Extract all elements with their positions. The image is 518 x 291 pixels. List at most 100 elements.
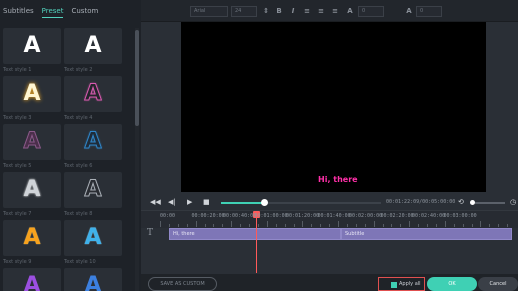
subtitle-clip[interactable]: Subtitle — [341, 228, 512, 240]
loop-icon[interactable]: ⟲ — [458, 198, 464, 206]
tab-custom[interactable]: Custom — [71, 5, 98, 17]
line-field[interactable]: 0 — [416, 6, 442, 17]
apply-all-label[interactable]: Apply all — [399, 281, 421, 287]
text-style-preview: A — [84, 81, 102, 106]
ruler-tick — [257, 224, 259, 227]
spacing-field[interactable]: 0 — [358, 6, 384, 17]
ruler-tick — [382, 224, 384, 227]
text-style-preview: A — [84, 225, 102, 250]
ruler-tick — [489, 224, 491, 227]
ruler-tick — [240, 224, 242, 227]
progress-fill — [221, 202, 265, 204]
text-style-preview: A — [23, 129, 41, 154]
text-style-preview: A — [23, 81, 41, 106]
font-select[interactable]: Arial — [190, 6, 228, 17]
text-style-card[interactable]: A — [3, 76, 61, 112]
ruler-tick — [249, 224, 250, 227]
volume-knob[interactable] — [470, 200, 475, 205]
ruler-tick — [400, 224, 402, 227]
ruler-tick — [418, 224, 420, 227]
align-left-icon[interactable]: ≡ — [303, 6, 311, 16]
text-style-preview: A — [23, 33, 41, 58]
text-style-label: Text style 2 — [64, 67, 93, 73]
text-style-preview: A — [84, 33, 102, 58]
save-as-custom-button[interactable]: SAVE AS CUSTOM — [148, 277, 217, 291]
text-style-card[interactable]: A — [3, 124, 61, 160]
text-style-card[interactable]: A — [64, 268, 122, 291]
step-back-icon[interactable]: ◀| — [168, 198, 176, 206]
text-style-card[interactable]: A — [3, 268, 61, 291]
text-style-preview: A — [23, 225, 41, 250]
text-style-card[interactable]: A — [64, 172, 122, 208]
ruler-tick — [498, 224, 500, 227]
ruler-label: 00:03:00:00 — [443, 213, 477, 219]
ruler-tick — [311, 224, 313, 227]
settings-icon[interactable]: ◷ — [510, 198, 516, 206]
ruler-tick — [507, 224, 509, 227]
ruler-tick — [338, 221, 339, 227]
text-style-label: Text style 5 — [3, 163, 32, 169]
ruler-tick — [480, 221, 482, 227]
bold-icon[interactable]: B — [275, 6, 283, 16]
ruler-tick — [195, 221, 197, 227]
ruler-tick — [293, 224, 295, 227]
ruler-tick — [168, 224, 170, 227]
tab-preset[interactable]: Preset — [41, 5, 64, 18]
ruler-label: 00:00:20:00 — [191, 213, 225, 219]
text-style-card[interactable]: A — [64, 220, 122, 256]
text-style-label: Text style 8 — [64, 211, 93, 217]
text-style-card[interactable]: A — [64, 28, 122, 64]
ruler-label: 00:00 — [160, 213, 176, 219]
text-style-card[interactable]: A — [3, 28, 61, 64]
text-color-icon[interactable]: A — [346, 6, 354, 16]
apply-all-checkbox[interactable] — [391, 282, 397, 288]
size-select[interactable]: 24 — [231, 6, 257, 17]
ruler-label: 00:02:00:00 — [349, 213, 383, 219]
playhead-line — [256, 213, 257, 273]
scrollbar-thumb[interactable] — [135, 30, 139, 126]
volume-track[interactable] — [475, 202, 505, 204]
progress-knob[interactable] — [261, 199, 268, 206]
ruler-tick — [355, 224, 357, 227]
align-right-icon[interactable]: ≡ — [331, 6, 339, 16]
ruler-tick — [275, 224, 277, 227]
text-style-card[interactable]: A — [3, 220, 61, 256]
text-style-label: Text style 10 — [64, 259, 96, 265]
text-style-label: Text style 6 — [64, 163, 93, 169]
ruler-tick — [213, 224, 215, 227]
align-center-icon[interactable]: ≡ — [317, 6, 325, 16]
italic-icon[interactable]: I — [289, 6, 297, 16]
ruler-label: 00:01:40:00 — [317, 213, 351, 219]
text-style-preview: A — [84, 273, 102, 291]
ruler-label: 00:01:20:00 — [286, 213, 320, 219]
ruler-tick — [364, 224, 366, 227]
tab-subtitles[interactable]: Subtitles — [3, 5, 34, 17]
prev-frame-icon[interactable]: ◀◀ — [150, 198, 161, 206]
preview-subtitle[interactable]: Hi, there — [318, 175, 358, 184]
text-style-card[interactable]: A — [64, 76, 122, 112]
ruler-tick — [373, 221, 375, 227]
play-icon[interactable]: ▶ — [187, 198, 192, 206]
text-style-preview: A — [84, 129, 102, 154]
ruler-tick — [284, 224, 286, 227]
subtitle-clip[interactable]: Hi, there — [169, 228, 341, 240]
cancel-button[interactable]: Cancel — [478, 277, 518, 291]
ruler-tick — [329, 224, 331, 227]
text-style-card[interactable]: A — [64, 124, 122, 160]
stop-icon[interactable]: ■ — [203, 198, 210, 206]
panel-tabs: Subtitles Preset Custom — [0, 0, 141, 22]
text-style-label: Text style 3 — [3, 115, 32, 121]
ruler-tick — [435, 224, 437, 227]
ruler-label: 00:02:40:00 — [412, 213, 446, 219]
ruler-tick — [266, 221, 268, 227]
ok-button[interactable]: OK — [427, 277, 477, 291]
ruler-tick — [204, 224, 206, 227]
video-preview[interactable] — [181, 22, 486, 192]
ruler-tick — [222, 224, 224, 227]
text-style-label: Text style 1 — [3, 67, 32, 73]
ruler-tick — [231, 221, 233, 227]
text-style-card[interactable]: A — [3, 172, 61, 208]
letter-spacing-icon[interactable]: A — [405, 6, 413, 16]
ruler-tick — [462, 224, 464, 227]
line-height-icon[interactable]: ⇕ — [262, 6, 270, 16]
